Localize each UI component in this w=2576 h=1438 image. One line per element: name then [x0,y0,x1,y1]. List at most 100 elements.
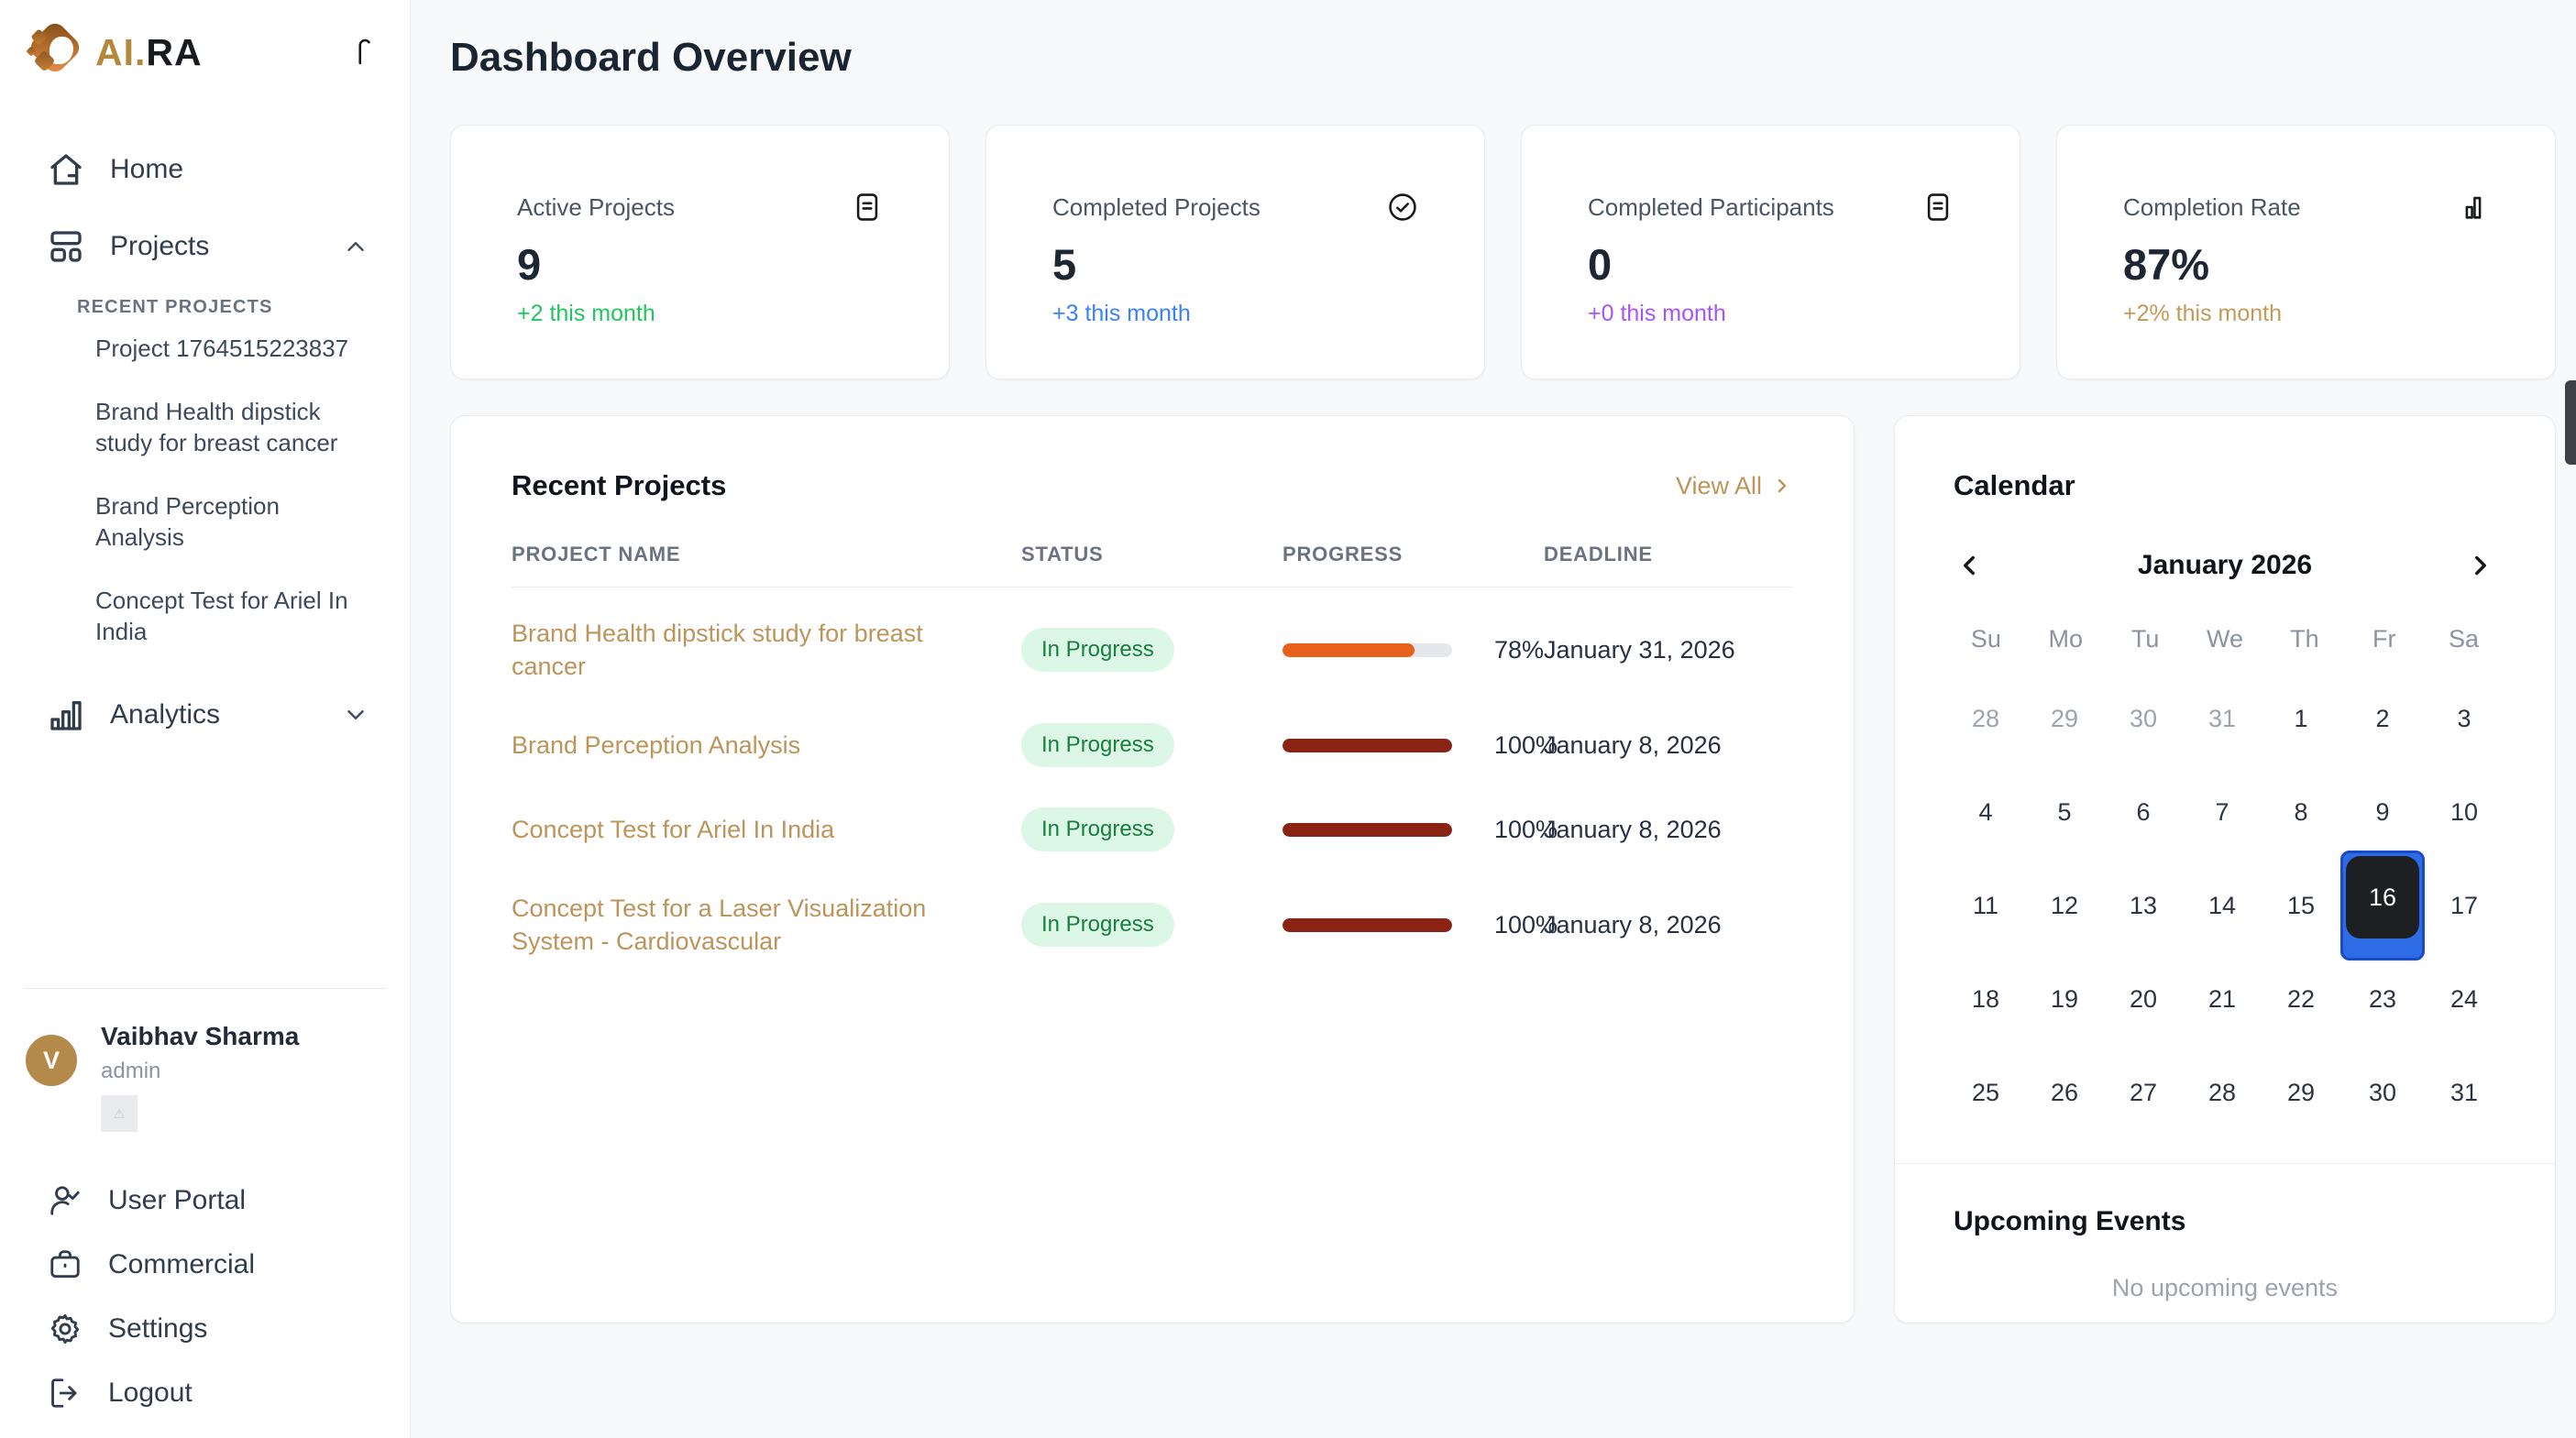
no-events-text: No upcoming events [1954,1274,2496,1302]
stats-row: Active Projects 9 +2 this month Complete… [450,125,2556,379]
chevron-right-icon [1771,475,1793,497]
calendar-day-4[interactable]: 4 [1946,765,2025,859]
calendar-day-28[interactable]: 28 [1946,672,2025,765]
calendar-day-8[interactable]: 8 [2262,765,2340,859]
calendar-day-19[interactable]: 19 [2025,952,2104,1046]
user-role: admin [101,1059,299,1084]
stat-label: Completed Projects [1052,193,1260,222]
projects-icon [48,228,84,265]
calendar-panel: Calendar January 2026 SuMoTuWeThFrSa 282… [1894,415,2556,1323]
calendar-day-22[interactable]: 22 [2262,952,2340,1046]
stat-label: Completion Rate [2123,193,2301,222]
table-row: Brand Perception Analysis In Progress 10… [512,703,1793,787]
vertical-scrollbar-thumb[interactable] [2565,380,2576,465]
table-row: Brand Health dipstick study for breast c… [512,587,1793,703]
deadline-value: January 8, 2026 [1544,816,1793,844]
stat-delta: +3 this month [1052,301,1418,327]
sidebar-item-home[interactable]: Home [0,134,410,205]
project-name-link[interactable]: Concept Test for a Laser Visualization S… [512,892,1021,958]
calendar-prev-icon[interactable] [1954,550,1985,581]
logout-icon [48,1376,83,1411]
sidebar-toggle-icon[interactable] [351,37,382,68]
stat-card: Completed Participants 0 +0 this month [1521,125,2020,379]
stat-card: Completion Rate 87% +2% this month [2056,125,2556,379]
calendar-day-3[interactable]: 3 [2425,672,2504,765]
calendar-day-25[interactable]: 25 [1946,1046,2025,1139]
calendar-day-16[interactable]: 16 [2340,859,2425,952]
sidebar-item-analytics[interactable]: Analytics [0,679,410,751]
calendar-day-15[interactable]: 15 [2262,859,2340,952]
calendar-next-icon[interactable] [2465,550,2496,581]
calendar-day-11[interactable]: 11 [1946,859,2025,952]
calendar-days-grid: 2829303112345678910111213141516171819202… [1895,672,2555,1139]
calendar-day-23[interactable]: 23 [2340,952,2425,1046]
sidebar-item-label: Projects [110,231,209,262]
document-icon [1922,192,1954,223]
calendar-day-17[interactable]: 17 [2425,859,2504,952]
calendar-day-10[interactable]: 10 [2425,765,2504,859]
calendar-day-29[interactable]: 29 [2262,1046,2340,1139]
status-badge: In Progress [1021,723,1174,767]
calendar-day-2[interactable]: 2 [2340,672,2425,765]
calendar-day-29[interactable]: 29 [2025,672,2104,765]
stat-card: Completed Projects 5 +3 this month [985,125,1485,379]
calendar-day-21[interactable]: 21 [2183,952,2262,1046]
calendar-day-28[interactable]: 28 [2183,1046,2262,1139]
main-content: Dashboard Overview Active Projects 9 +2 … [411,0,2576,1438]
calendar-day-30[interactable]: 30 [2104,672,2183,765]
calendar-day-24[interactable]: 24 [2425,952,2504,1046]
calendar-day-13[interactable]: 13 [2104,859,2183,952]
project-name-link[interactable]: Brand Perception Analysis [512,729,1021,762]
sidebar-bottom-nav: User Portal Commercial SettingsLogout [0,1132,410,1438]
weekday-label: We [2185,625,2265,653]
calendar-title: Calendar [1895,469,2555,502]
calendar-day-7[interactable]: 7 [2183,765,2262,859]
calendar-weekdays: SuMoTuWeThFrSa [1895,625,2555,653]
stat-card: Active Projects 9 +2 this month [450,125,950,379]
calendar-day-27[interactable]: 27 [2104,1046,2183,1139]
calendar-day-9[interactable]: 9 [2340,765,2425,859]
calendar-day-12[interactable]: 12 [2025,859,2104,952]
calendar-day-26[interactable]: 26 [2025,1046,2104,1139]
calendar-day-5[interactable]: 5 [2025,765,2104,859]
calendar-day-14[interactable]: 14 [2183,859,2262,952]
sidebar-item-logout[interactable]: Logout [0,1361,410,1425]
sidebar-item-commercial[interactable]: Commercial [0,1233,410,1297]
sidebar-recent-project-link[interactable]: Concept Test for Ariel In India [95,585,373,647]
sidebar-recent-project-link[interactable]: Brand Health dipstick study for breast c… [95,396,373,458]
recent-projects-heading: RECENT PROJECTS [0,282,410,324]
selected-day: 16 [2340,851,2425,960]
deadline-value: January 31, 2026 [1544,636,1793,664]
calendar-day-31[interactable]: 31 [2425,1046,2504,1139]
calendar-day-30[interactable]: 30 [2340,1046,2425,1139]
status-badge: In Progress [1021,807,1174,851]
project-name-link[interactable]: Concept Test for Ariel In India [512,813,1021,846]
chevron-up-icon [342,233,369,260]
sidebar-recent-project-link[interactable]: Brand Perception Analysis [95,490,373,553]
stat-value: 87% [2123,239,2489,290]
project-name-link[interactable]: Brand Health dipstick study for breast c… [512,617,1021,683]
view-all-link[interactable]: View All [1676,472,1793,500]
col-project-name: PROJECT NAME [512,543,1021,566]
stat-value: 0 [1588,239,1954,290]
stat-label: Active Projects [517,193,675,222]
sidebar-item-user-portal[interactable]: User Portal [0,1169,410,1233]
calendar-day-20[interactable]: 20 [2104,952,2183,1046]
sidebar-item-projects[interactable]: Projects [0,211,410,282]
sidebar-item-label: Home [110,154,183,185]
panel-title: Recent Projects [512,469,726,502]
sidebar-recent-project-link[interactable]: Project 1764515223837 [95,333,373,364]
sidebar-item-label: Commercial [108,1249,255,1280]
progress-bar [1282,739,1452,752]
col-status: STATUS [1021,543,1282,566]
recent-projects-list: Project 1764515223837 Brand Health dipsti… [0,324,410,647]
calendar-day-6[interactable]: 6 [2104,765,2183,859]
stat-delta: +2% this month [2123,301,2489,327]
sidebar-nav: Home Projects RECENT PROJECTS Project 17… [0,134,410,751]
weekday-label: Fr [2344,625,2424,653]
col-progress: PROGRESS [1282,543,1544,566]
calendar-day-18[interactable]: 18 [1946,952,2025,1046]
calendar-day-1[interactable]: 1 [2262,672,2340,765]
sidebar-item-settings[interactable]: Settings [0,1297,410,1361]
calendar-day-31[interactable]: 31 [2183,672,2262,765]
